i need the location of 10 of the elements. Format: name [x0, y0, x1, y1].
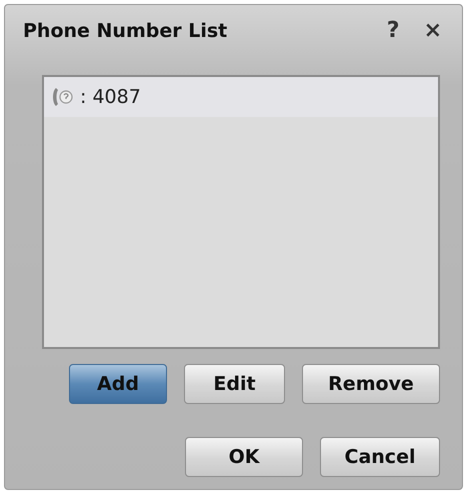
ok-button[interactable]: OK: [185, 437, 303, 477]
cancel-button[interactable]: Cancel: [320, 437, 440, 477]
help-button[interactable]: ?: [384, 18, 402, 44]
window-title: Phone Number List: [23, 20, 228, 42]
phone-number: : 4087: [80, 86, 141, 108]
add-button[interactable]: Add: [69, 364, 167, 404]
close-button[interactable]: ×: [422, 18, 444, 44]
remove-button[interactable]: Remove: [302, 364, 440, 404]
edit-button[interactable]: Edit: [184, 364, 285, 404]
list-item[interactable]: : 4087: [44, 76, 438, 117]
